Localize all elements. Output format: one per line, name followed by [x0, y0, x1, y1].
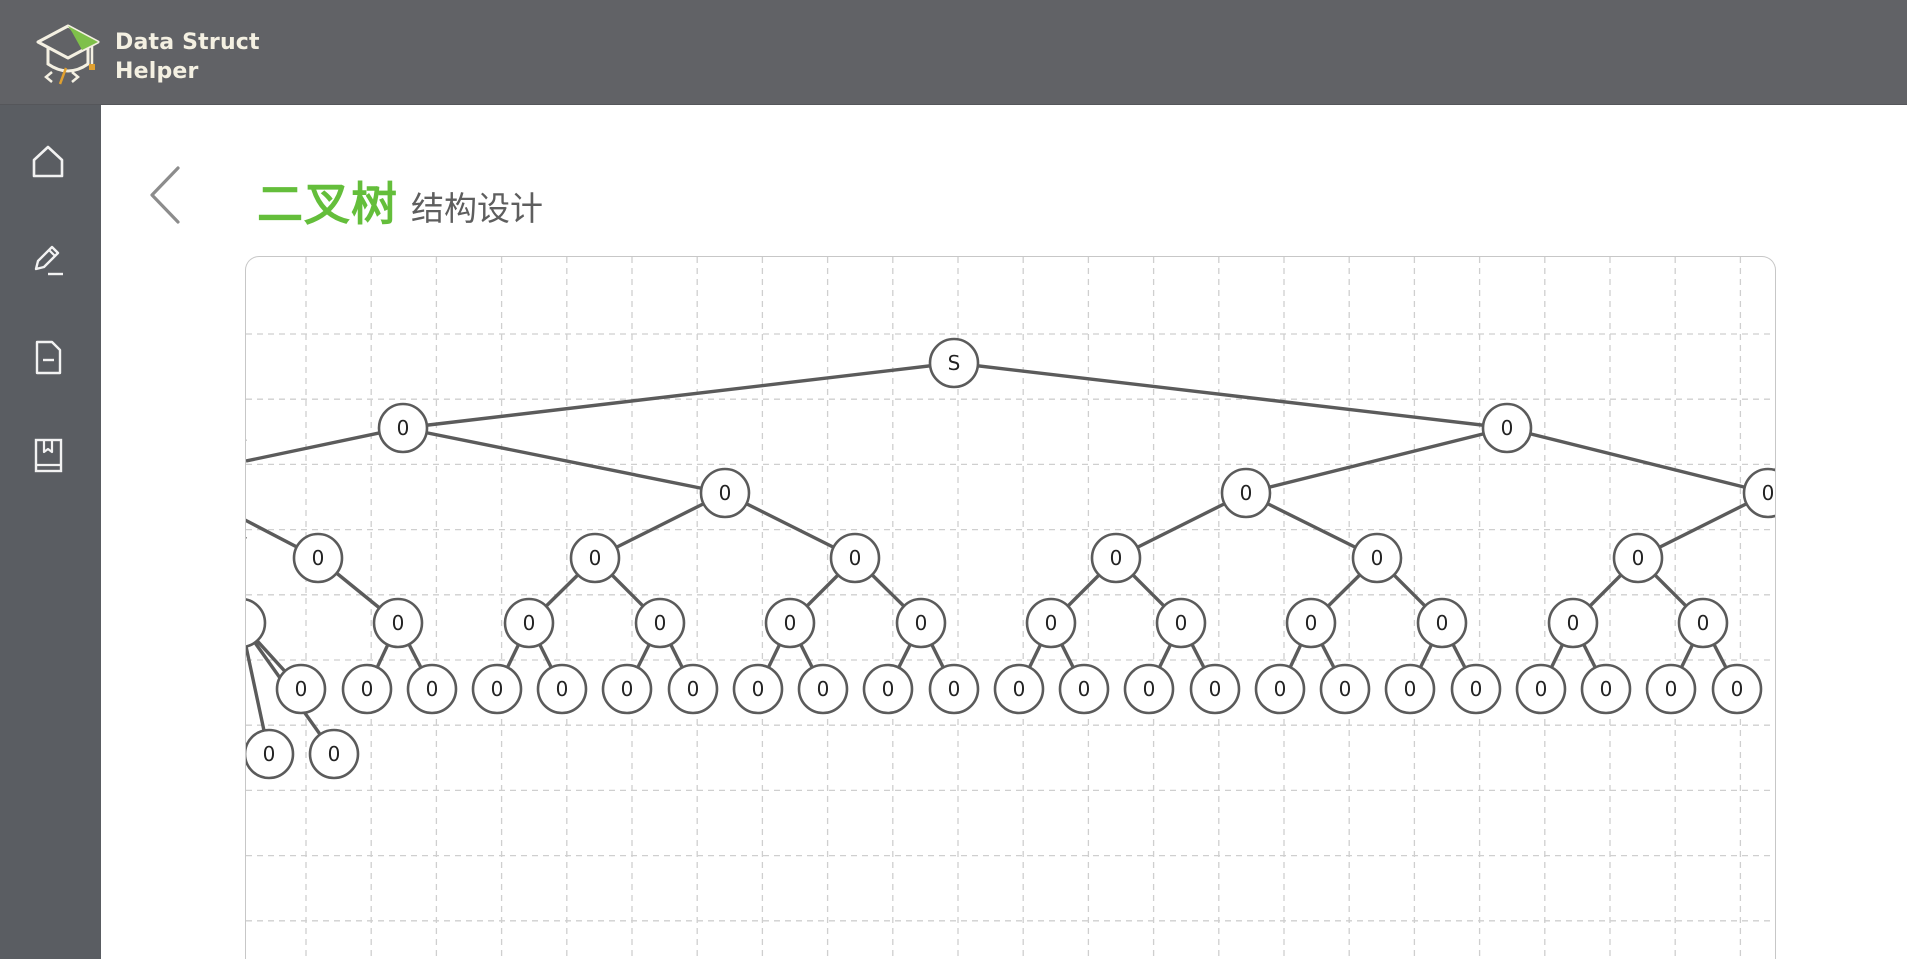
tree-node-label: 0 [1078, 677, 1091, 701]
tree-node-label: 0 [328, 742, 341, 766]
tree-node-label: 0 [1110, 546, 1123, 570]
tree-node-label: 0 [752, 677, 765, 701]
graduation-cap-logo-icon [36, 24, 100, 85]
tree-node-label: 0 [1274, 677, 1287, 701]
tree-node-label: 0 [1045, 611, 1058, 635]
top-bar: Data Struct Helper [0, 0, 1907, 105]
page-title-main: 二叉树 [257, 177, 398, 231]
tree-node-label: 0 [849, 546, 862, 570]
tree-node-label: 0 [948, 677, 961, 701]
binary-tree-diagram: S 0 0 0 0 0 0 0 0 0 0 0 0 0 0 0 0 0 0 0 0 0 0 0 0 0 0 0 0 0 0 0 0 0 0 0 0 0 0 0… [246, 257, 1775, 959]
tree-node-label: 0 [295, 677, 308, 701]
tree-node-label: 0 [246, 611, 247, 635]
tree-node-label: 0 [1013, 677, 1026, 701]
tree-edge [1506, 426, 1769, 495]
tree-node-label: 0 [817, 677, 830, 701]
chevron-left-icon [150, 166, 180, 224]
tree-node-label: 0 [397, 416, 410, 440]
sidebar-item-document[interactable] [22, 331, 74, 383]
tree-node-label: 0 [556, 677, 569, 701]
sidebar [0, 105, 101, 959]
tree-nodes: S 0 0 0 0 0 0 0 0 0 0 0 0 0 0 0 0 0 0 0 0 0 0 0 0 0 0 0 0 0 0 0 0 0 0 0 0 0 0 0… [246, 337, 1775, 780]
tree-node-label: 0 [621, 677, 634, 701]
home-icon [32, 145, 64, 178]
tree-node[interactable] [246, 598, 267, 648]
tree-node-label: 0 [1404, 677, 1417, 701]
tree-node-label: 0 [915, 611, 928, 635]
tree-node-label: 0 [1339, 677, 1352, 701]
tree-node-label: 0 [1305, 611, 1318, 635]
brand-line-1: Data Struct [115, 30, 260, 55]
tree-node-label: 0 [654, 611, 667, 635]
tree-node-label: 0 [1762, 481, 1775, 505]
tree-node-label: 0 [1240, 481, 1253, 505]
tree-node-label: 0 [719, 481, 732, 505]
tree-edge [1245, 426, 1508, 495]
tree-node-label: 0 [1470, 677, 1483, 701]
sidebar-item-book[interactable] [22, 429, 74, 481]
tree-node-label: 0 [1567, 611, 1580, 635]
tree-node-label: 0 [1209, 677, 1222, 701]
tree-canvas[interactable]: S 0 0 0 0 0 0 0 0 0 0 0 0 0 0 0 0 0 0 0 0 0 0 0 0 0 0 0 0 0 0 0 0 0 0 0 0 0 0 0… [245, 256, 1776, 959]
tree-edge [402, 361, 955, 430]
tree-node-label: 0 [523, 611, 536, 635]
tree-node-label: 0 [312, 546, 325, 570]
tree-node-label: 0 [491, 677, 504, 701]
tree-node-label: 0 [882, 677, 895, 701]
edit-icon [34, 245, 63, 276]
tree-node-label: 0 [1371, 546, 1384, 570]
back-button[interactable] [140, 160, 190, 230]
tree-node-label: 0 [426, 677, 439, 701]
tree-node-label: 0 [1665, 677, 1678, 701]
tree-node-label: 0 [589, 546, 602, 570]
tree-node-label: 0 [687, 677, 700, 701]
tree-edge [953, 361, 1508, 430]
tree-edge [402, 426, 726, 495]
tree-node-label: 0 [392, 611, 405, 635]
tree-node-label: 0 [1143, 677, 1156, 701]
tree-node-label: 0 [1436, 611, 1449, 635]
tree-node-label: 0 [1731, 677, 1744, 701]
tree-node-label: 0 [1632, 546, 1645, 570]
brand-name: Data Struct Helper [115, 28, 260, 86]
tree-node-label: 0 [784, 611, 797, 635]
document-icon [35, 340, 62, 375]
page-title-subtitle: 结构设计 [411, 189, 543, 228]
tree-node-label: 0 [1501, 416, 1514, 440]
page-title: 二叉树 结构设计 [257, 168, 543, 231]
tree-node-label: 0 [1175, 611, 1188, 635]
brand-line-2: Helper [115, 59, 199, 84]
tree-node-label: 0 [1697, 611, 1710, 635]
book-icon [34, 438, 63, 473]
grid [246, 257, 1775, 959]
tree-node-label: 0 [263, 742, 276, 766]
tree-node-label: S [948, 351, 961, 375]
tree-node-label: 0 [361, 677, 374, 701]
tree-node-label: 0 [1600, 677, 1613, 701]
sidebar-item-home[interactable] [22, 135, 74, 187]
sidebar-item-edit[interactable] [22, 233, 74, 285]
tree-node-label: 0 [1535, 677, 1548, 701]
